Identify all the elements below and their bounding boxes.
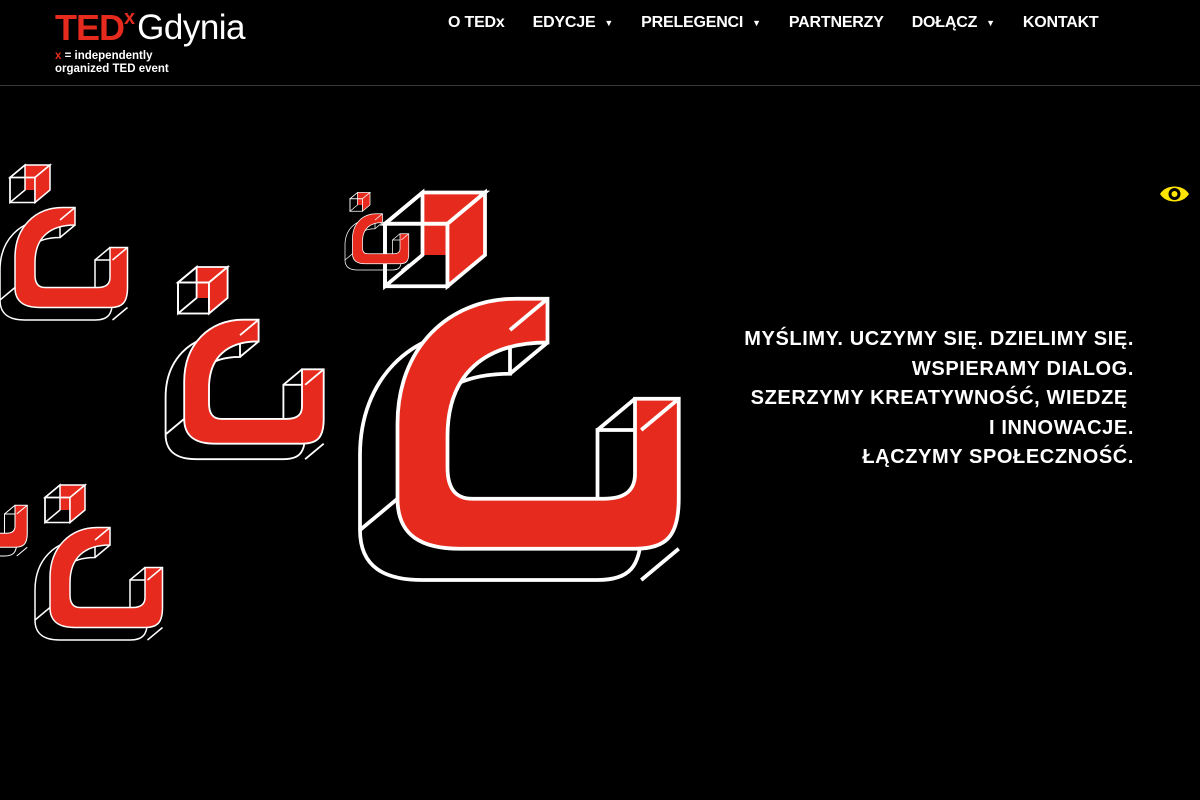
site-header: TED x Gdynia x = independently organized… bbox=[0, 0, 1200, 86]
hero-tagline: MYŚLIMY. UCZYMY SIĘ. DZIELIMY SIĘ. WSPIE… bbox=[744, 325, 1134, 473]
nav-item-kontakt[interactable]: KONTAKT bbox=[1023, 14, 1099, 32]
question-mark-medium bbox=[164, 266, 325, 461]
tagline-line: ŁĄCZYMY SPOŁECZNOŚĆ. bbox=[862, 446, 1134, 468]
logo-ted: TED bbox=[55, 7, 125, 48]
tagline-line: MYŚLIMY. UCZYMY SIĘ. DZIELIMY SIĘ. bbox=[744, 328, 1134, 350]
nav-item-label: O TEDx bbox=[448, 14, 505, 31]
chevron-down-icon: ▼ bbox=[752, 18, 761, 28]
eye-icon[interactable] bbox=[1159, 183, 1190, 205]
nav-item-label: KONTAKT bbox=[1022, 14, 1099, 31]
main-nav: O TEDx EDYCJE ▼ PRELEGENCI ▼ PARTNERZY D… bbox=[448, 14, 1099, 32]
logo-tagline: x = independently organized TED event bbox=[55, 50, 245, 76]
logo-city: Gdynia bbox=[137, 8, 246, 47]
nav-item-dolacz[interactable]: DOŁĄCZ ▼ bbox=[912, 14, 995, 32]
tagline-line: WSPIERAMY DIALOG. bbox=[911, 357, 1134, 380]
logo-wordmark: TED x Gdynia bbox=[55, 7, 246, 48]
nav-item-prelegenci[interactable]: PRELEGENCI ▼ bbox=[641, 14, 761, 32]
hero-question-marks-art bbox=[0, 164, 681, 641]
question-mark-small bbox=[344, 192, 410, 271]
tagline-line: I INNOWACJE. bbox=[989, 416, 1134, 439]
nav-item-edycje[interactable]: EDYCJE ▼ bbox=[533, 14, 614, 32]
question-mark-top-left bbox=[0, 164, 129, 321]
nav-item-label: PRELEGENCI bbox=[641, 14, 744, 31]
nav-item-partnerzy[interactable]: PARTNERZY bbox=[789, 14, 884, 32]
question-mark-bottom-left bbox=[34, 484, 164, 641]
nav-item-o-tedx[interactable]: O TEDx bbox=[448, 14, 505, 32]
tedx-gdynia-logo[interactable]: TED x Gdynia x = independently organized… bbox=[55, 7, 246, 76]
logo-tag-rest: = independently bbox=[61, 50, 153, 62]
chevron-down-icon: ▼ bbox=[604, 18, 614, 28]
nav-item-label: EDYCJE bbox=[532, 14, 596, 31]
chevron-down-icon: ▼ bbox=[986, 18, 995, 28]
logo-x: x bbox=[124, 7, 136, 29]
logo-tag-line2: organized TED event bbox=[55, 63, 169, 75]
nav-item-label: PARTNERZY bbox=[788, 14, 884, 31]
nav-item-label: DOŁĄCZ bbox=[911, 14, 978, 31]
question-mark-edge bbox=[0, 446, 28, 557]
tagline-line: SZERZYMY KREATYWNOŚĆ, WIEDZĘ bbox=[750, 387, 1134, 409]
